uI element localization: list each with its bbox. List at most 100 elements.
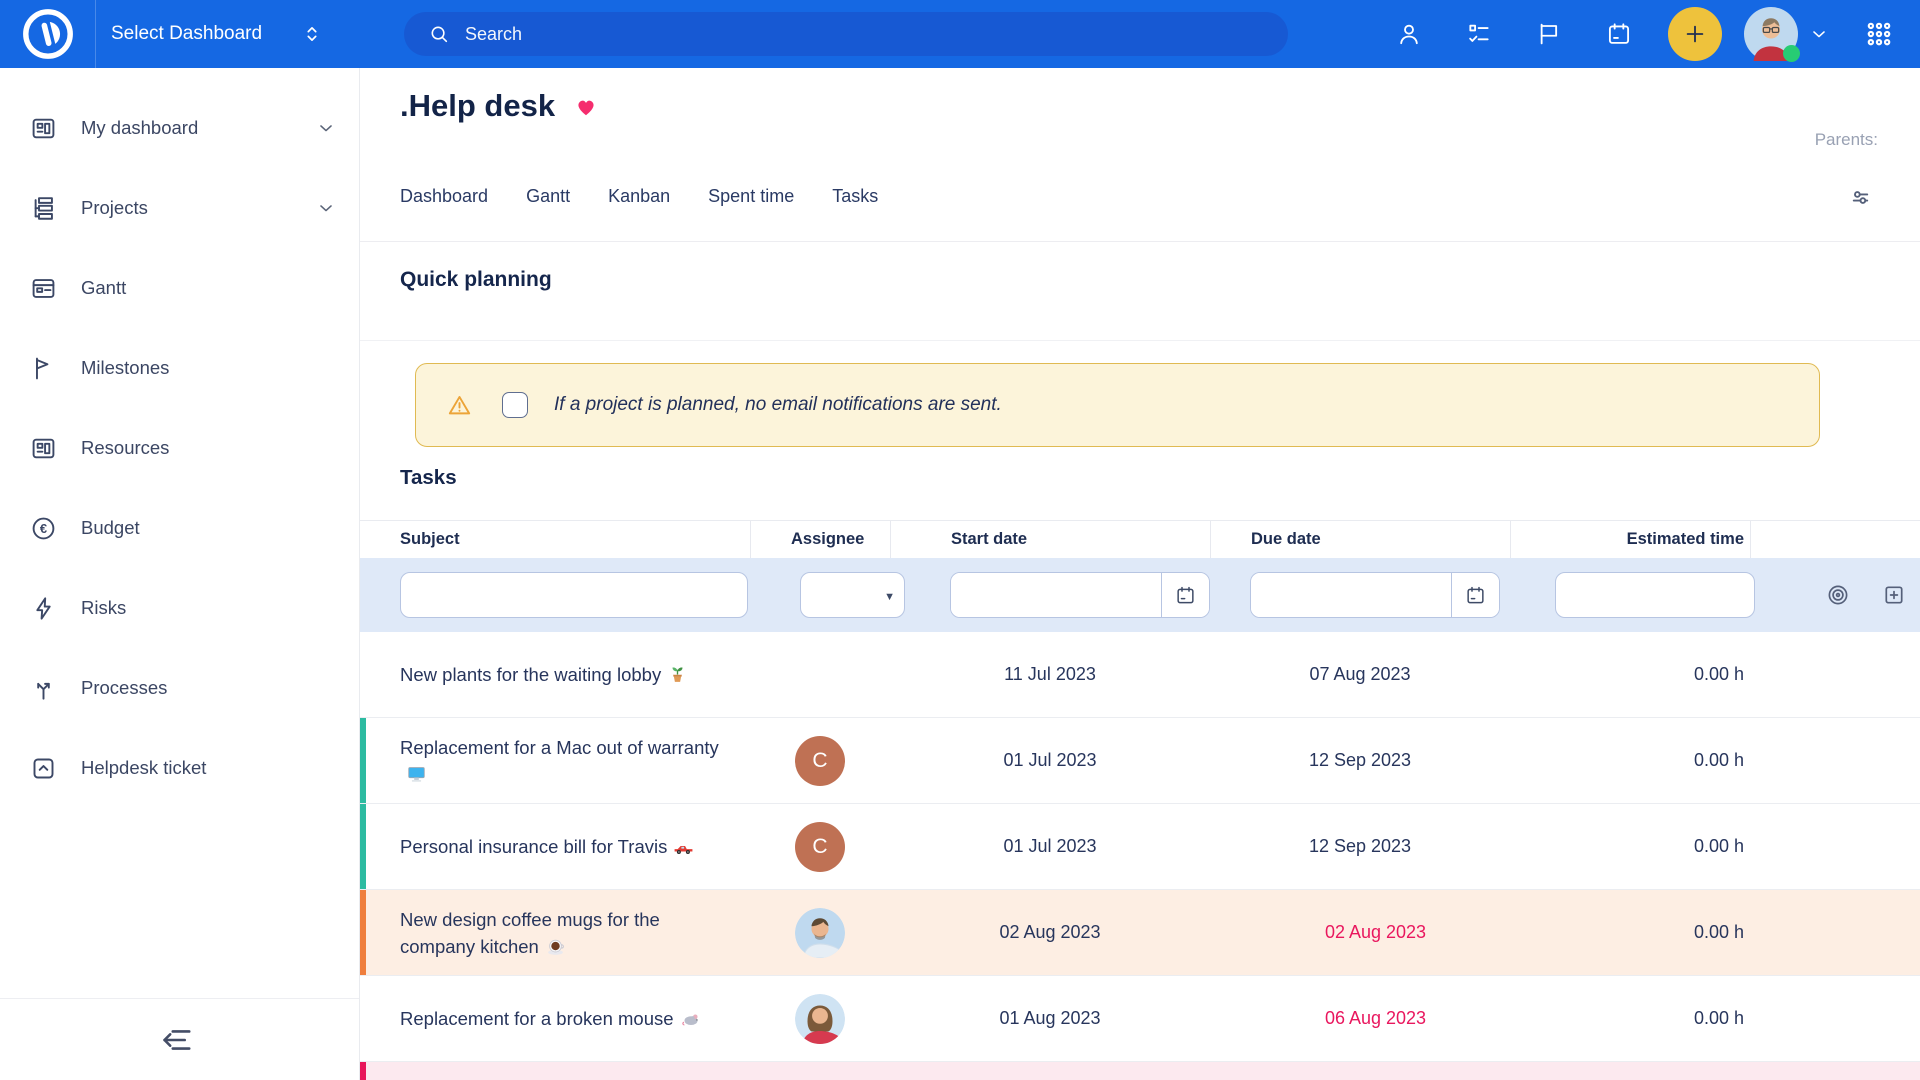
tab-kanban[interactable]: Kanban (608, 186, 670, 207)
tasks-table: Subject Assignee Start date Due date Est… (360, 520, 1920, 1080)
calendar-icon[interactable] (1606, 21, 1632, 47)
chevron-down-icon[interactable] (315, 197, 337, 219)
favorite-heart-icon[interactable] (573, 93, 599, 119)
user-avatar[interactable] (1744, 7, 1798, 61)
sidebar-item-label: Budget (81, 517, 140, 539)
task-assignee[interactable] (750, 994, 890, 1044)
settings-sliders-icon[interactable] (1847, 184, 1874, 211)
tab-spent-time[interactable]: Spent time (708, 186, 794, 207)
assignee-avatar-photo[interactable] (795, 994, 845, 1044)
chevron-down-icon[interactable] (315, 117, 337, 139)
delete-task-button[interactable] (1875, 835, 1898, 858)
filter-actions (1750, 583, 1920, 607)
task-subject[interactable]: Personal insurance bill for Travis (400, 836, 667, 857)
sidebar-item-budget[interactable]: € Budget (0, 488, 359, 568)
table-row[interactable]: Replacement for a Mac out of warranty C … (360, 718, 1920, 804)
overdue-warning-icon (1294, 1008, 1316, 1030)
tab-tasks[interactable]: Tasks (832, 186, 878, 207)
task-assignee[interactable]: C (750, 736, 890, 786)
task-due-date[interactable]: 06 Aug 2023 (1210, 1008, 1510, 1030)
start-date-calendar-button[interactable] (1161, 573, 1209, 617)
budget-icon: € (30, 515, 57, 542)
apps-grid-icon[interactable] (1864, 19, 1894, 49)
sidebar-item-projects[interactable]: Projects (0, 168, 359, 248)
select-dashboard-dropdown[interactable]: Select Dashboard (111, 0, 324, 68)
global-search[interactable] (404, 12, 1288, 56)
task-due-date[interactable]: 12 Sep 2023 (1210, 750, 1510, 771)
sidebar-item-processes[interactable]: Processes (0, 648, 359, 728)
task-assignee[interactable]: C (750, 822, 890, 872)
table-row[interactable]: New design coffee mugs for the company k… (360, 890, 1920, 976)
subject-filter-input[interactable] (401, 573, 747, 617)
column-header-start-date[interactable]: Start date (890, 521, 1210, 558)
task-subject[interactable]: New plants for the waiting lobby (400, 664, 661, 685)
table-row[interactable]: New plants for the waiting lobby 11 Jul … (360, 632, 1920, 718)
task-due-date[interactable]: 12 Sep 2023 (1210, 836, 1510, 857)
due-date-text: 02 Aug 2023 (1325, 922, 1426, 943)
sidebar-item-gantt[interactable]: Gantt (0, 248, 359, 328)
table-row[interactable]: Replacement for a broken mouse 01 Aug 20… (360, 976, 1920, 1062)
sidebar-item-label: Milestones (81, 357, 169, 379)
sidebar-item-risks[interactable]: Risks (0, 568, 359, 648)
delete-task-button[interactable] (1875, 663, 1898, 686)
select-dashboard-label: Select Dashboard (111, 23, 262, 45)
sidebar-item-helpdesk-ticket[interactable]: Helpdesk ticket (0, 728, 359, 808)
add-task-button[interactable] (1882, 583, 1906, 607)
task-start-date[interactable]: 01 Jul 2023 (890, 836, 1210, 857)
task-due-date[interactable]: 07 Aug 2023 (1210, 664, 1510, 685)
start-date-filter-input[interactable] (951, 573, 1161, 617)
quick-planning-heading: Quick planning (400, 268, 552, 292)
sidebar-footer (0, 998, 359, 1080)
task-start-date[interactable]: 11 Jul 2023 (890, 664, 1210, 685)
collapse-sidebar-button[interactable] (160, 1022, 196, 1058)
search-input[interactable] (463, 23, 1163, 46)
task-due-date[interactable]: 02 Aug 2023 (1210, 922, 1510, 944)
project-tabs: Dashboard Gantt Kanban Spent time Tasks (400, 186, 878, 207)
due-date-text: 12 Sep 2023 (1309, 836, 1411, 857)
milestones-icon (30, 355, 57, 382)
task-subject[interactable]: Replacement for a broken mouse (400, 1008, 674, 1029)
checklist-icon[interactable] (1466, 21, 1492, 47)
notice-banner: If a project is planned, no email notifi… (415, 363, 1820, 447)
search-icon (428, 23, 450, 45)
task-start-date[interactable]: 02 Aug 2023 (890, 922, 1210, 943)
table-row[interactable]: Personal insurance bill for Travis C 01 … (360, 804, 1920, 890)
estimated-time-filter-input[interactable] (1556, 573, 1754, 617)
delete-task-button[interactable] (1875, 921, 1898, 944)
column-header-subject[interactable]: Subject (400, 521, 750, 558)
task-start-date[interactable]: 01 Aug 2023 (890, 1008, 1210, 1029)
assignee-avatar-photo[interactable] (795, 908, 845, 958)
column-header-due-date[interactable]: Due date (1210, 521, 1510, 558)
sidebar-item-my-dashboard[interactable]: My dashboard (0, 88, 359, 168)
create-new-button[interactable] (1668, 7, 1722, 61)
assignee-filter-select[interactable]: ▼ (800, 572, 905, 618)
task-subject[interactable]: Replacement for a Mac out of warranty (400, 737, 719, 758)
tab-gantt[interactable]: Gantt (526, 186, 570, 207)
assignee-avatar-initial[interactable]: C (795, 822, 845, 872)
header-divider (360, 241, 1920, 242)
assignee-avatar-initial[interactable]: C (795, 736, 845, 786)
helpdesk-icon (30, 755, 57, 782)
due-date-filter-input[interactable] (1251, 573, 1451, 617)
sidebar-item-milestones[interactable]: Milestones (0, 328, 359, 408)
task-subject[interactable]: New design coffee mugs for the company k… (400, 909, 660, 957)
task-start-date[interactable]: 01 Jul 2023 (890, 750, 1210, 771)
column-header-estimated-time[interactable]: Estimated time (1510, 521, 1750, 558)
chevron-down-icon[interactable] (1808, 23, 1830, 45)
delete-task-button[interactable] (1875, 1007, 1898, 1030)
table-filter-row: ▼ (360, 558, 1920, 632)
main-content: .Help desk Parents: DashboardGanttKanban… (360, 68, 1920, 1080)
task-assignee[interactable] (750, 908, 890, 958)
sidebar-item-label: Resources (81, 437, 169, 459)
delete-task-button[interactable] (1875, 749, 1898, 772)
notice-checkbox[interactable] (502, 392, 528, 418)
coffee-cup-emoji (545, 936, 566, 957)
target-icon[interactable] (1826, 583, 1850, 607)
flag-icon[interactable] (1536, 21, 1562, 47)
tab-dashboard[interactable]: Dashboard (400, 186, 488, 207)
user-icon[interactable] (1396, 21, 1422, 47)
due-date-calendar-button[interactable] (1451, 573, 1499, 617)
app-logo[interactable] (0, 0, 96, 68)
sidebar-item-resources[interactable]: Resources (0, 408, 359, 488)
column-header-assignee[interactable]: Assignee (750, 521, 890, 558)
